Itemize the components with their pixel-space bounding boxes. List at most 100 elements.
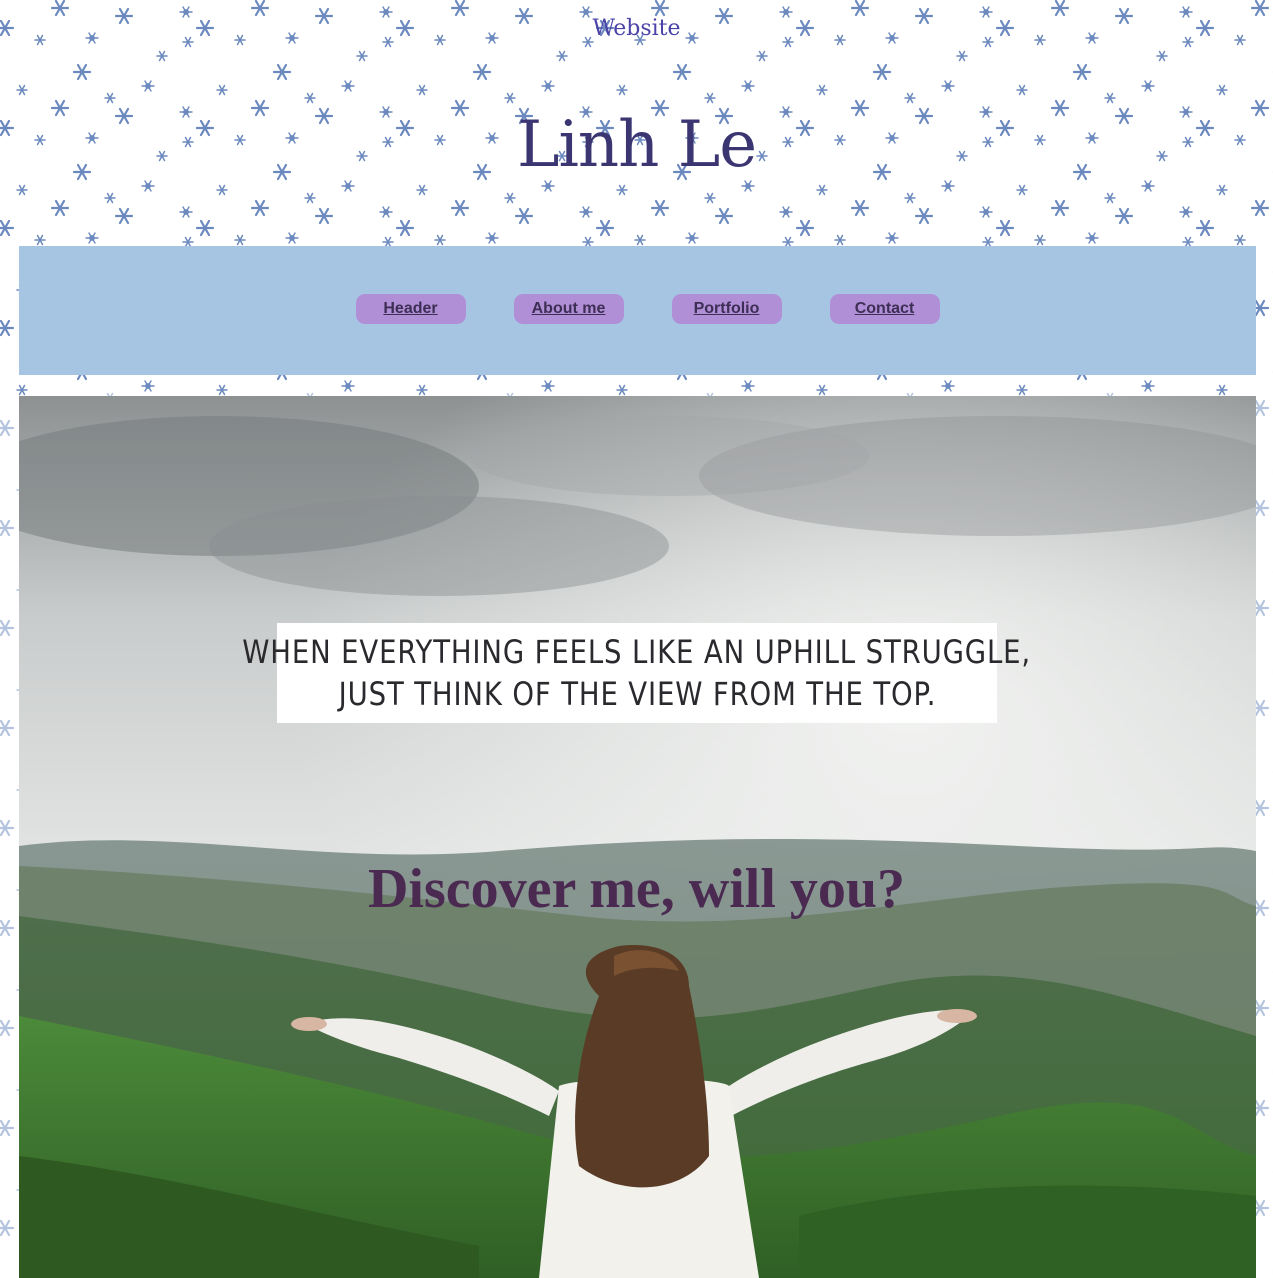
snowflake-icon <box>956 50 968 62</box>
snowflake-icon <box>650 0 670 17</box>
snowflake-icon <box>616 184 628 196</box>
snowflake-icon <box>1114 207 1134 225</box>
snowflake-icon <box>704 92 716 104</box>
snowflake-icon <box>541 180 555 192</box>
snowflake-icon <box>0 719 15 737</box>
snowflake-icon <box>0 219 15 237</box>
snowflake-icon <box>472 63 492 81</box>
nav-about-button[interactable]: About me <box>513 294 624 324</box>
snowflake-icon <box>914 207 934 225</box>
snowflake-icon <box>341 380 355 392</box>
site-title: Linh Le <box>516 108 757 182</box>
snowflake-icon <box>50 0 70 17</box>
snowflake-icon <box>16 184 28 196</box>
snowflake-icon <box>485 232 499 244</box>
snowflake-icon <box>250 0 270 17</box>
snowflake-icon <box>0 619 15 637</box>
snowflake-icon <box>341 80 355 92</box>
snowflake-icon <box>885 232 899 244</box>
snowflake-icon <box>395 219 415 237</box>
snowflake-icon <box>616 384 628 396</box>
snowflake-icon <box>1050 0 1070 17</box>
snowflake-icon <box>556 50 568 62</box>
snowflake-icon <box>216 384 228 396</box>
snowflake-icon <box>179 206 193 218</box>
snowflake-icon <box>1141 80 1155 92</box>
snowflake-icon <box>756 50 768 62</box>
snowflake-icon <box>541 80 555 92</box>
snowflake-icon <box>795 219 815 237</box>
snowflake-icon <box>595 219 615 237</box>
snowflake-icon <box>114 207 134 225</box>
snowflake-icon <box>616 84 628 96</box>
snowflake-icon <box>16 384 28 396</box>
snowflake-icon <box>141 380 155 392</box>
snowflake-icon <box>0 319 15 337</box>
site-top-label: Website <box>592 16 681 41</box>
snowflake-icon <box>141 80 155 92</box>
snowflake-icon <box>0 419 15 437</box>
snowflake-icon <box>872 63 892 81</box>
snowflake-icon <box>85 232 99 244</box>
snowflake-icon <box>704 192 716 204</box>
snowflake-icon <box>741 80 755 92</box>
snowflake-icon <box>0 819 15 837</box>
snowflake-icon <box>672 63 692 81</box>
snowflake-icon <box>156 50 168 62</box>
snowflake-icon <box>1016 184 1028 196</box>
snowflake-icon <box>304 92 316 104</box>
nav-header-button[interactable]: Header <box>355 294 466 324</box>
snowflake-icon <box>1034 234 1046 246</box>
snowflake-icon <box>685 232 699 244</box>
snowflake-icon <box>0 1019 15 1037</box>
snowflake-icon <box>1250 0 1270 17</box>
snowflake-icon <box>341 180 355 192</box>
snowflake-icon <box>1141 180 1155 192</box>
snowflake-icon <box>850 199 870 217</box>
snowflake-icon <box>1216 384 1228 396</box>
snowflake-icon <box>941 380 955 392</box>
snowflake-icon <box>1050 199 1070 217</box>
snowflake-icon <box>104 192 116 204</box>
hero-tagline: Discover me, will you? <box>367 858 906 920</box>
snowflake-icon <box>816 384 828 396</box>
snowflake-icon <box>1141 380 1155 392</box>
snowflake-icon <box>0 1219 15 1237</box>
snowflake-icon <box>941 80 955 92</box>
snowflake-icon <box>941 180 955 192</box>
hero-image <box>19 396 1256 1278</box>
snowflake-icon <box>234 234 246 246</box>
snowflake-icon <box>816 84 828 96</box>
snowflake-icon <box>416 184 428 196</box>
snowflake-icon <box>979 206 993 218</box>
snowflake-icon <box>416 384 428 396</box>
snowflake-icon <box>714 207 734 225</box>
snowflake-icon <box>504 92 516 104</box>
snowflake-icon <box>356 50 368 62</box>
quote-line-2: JUST THINK OF THE VIEW FROM THE TOP. <box>338 675 936 713</box>
snowflake-icon <box>416 84 428 96</box>
snowflake-icon <box>379 206 393 218</box>
snowflake-icon <box>1072 63 1092 81</box>
snowflake-icon <box>1179 206 1193 218</box>
snowflake-icon <box>16 84 28 96</box>
snowflake-icon <box>834 234 846 246</box>
snowflake-icon <box>1234 234 1246 246</box>
snowflake-icon <box>514 207 534 225</box>
snowflake-icon <box>304 192 316 204</box>
snowflake-icon <box>0 519 15 537</box>
nav-contact-button[interactable]: Contact <box>829 294 940 324</box>
snowflake-icon <box>1104 92 1116 104</box>
snowflake-icon <box>314 207 334 225</box>
snowflake-icon <box>285 232 299 244</box>
snowflake-icon <box>1156 50 1168 62</box>
snowflake-icon <box>541 380 555 392</box>
snowflake-icon <box>1250 199 1270 217</box>
snowflake-icon <box>0 919 15 937</box>
snowflake-icon <box>904 192 916 204</box>
snowflake-icon <box>250 199 270 217</box>
nav-portfolio-button[interactable]: Portfolio <box>671 294 782 324</box>
quote-line-1: WHEN EVERYTHING FEELS LIKE AN UPHILL STR… <box>242 633 1032 671</box>
snowflake-icon <box>1016 84 1028 96</box>
snowflake-icon <box>579 206 593 218</box>
